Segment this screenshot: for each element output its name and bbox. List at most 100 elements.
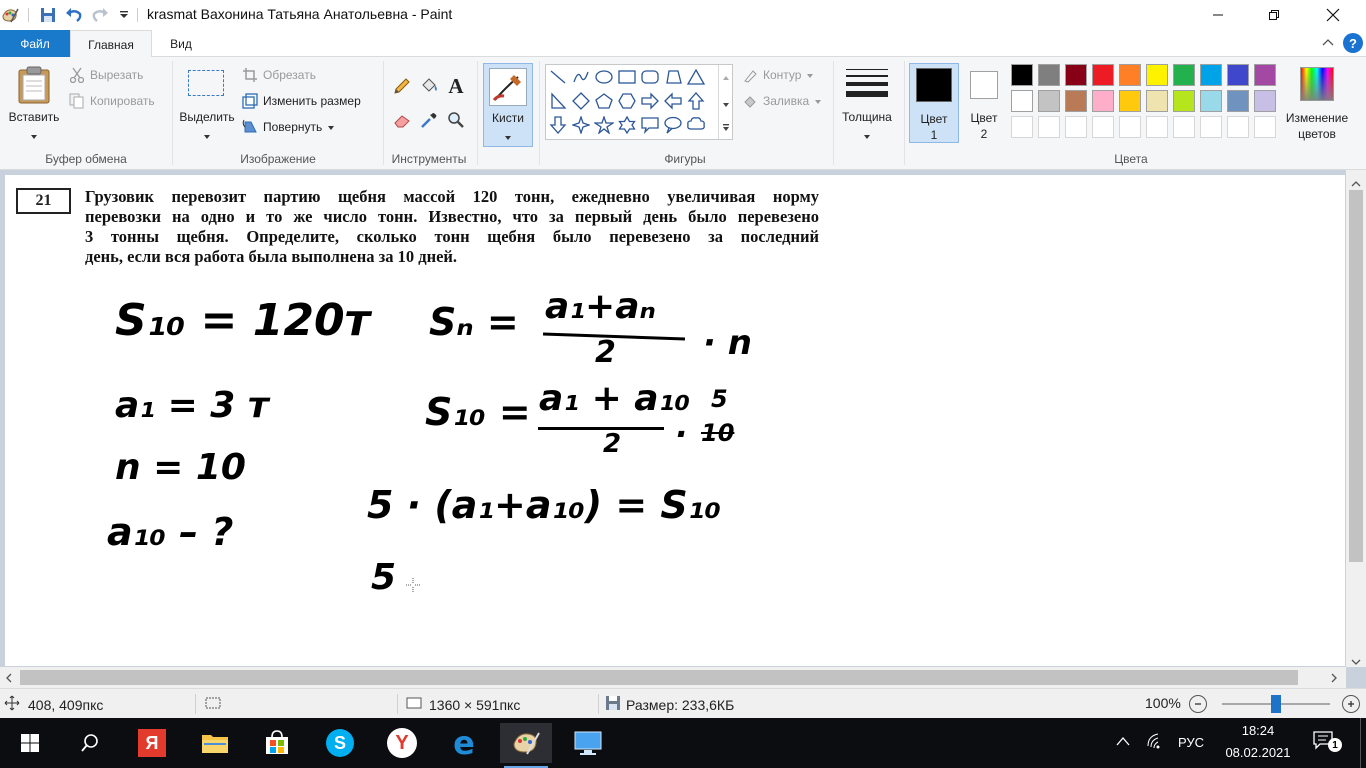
action-center-button[interactable]: 1	[1312, 730, 1342, 756]
custom-color-slot[interactable]	[1038, 116, 1060, 138]
vertical-scroll-thumb[interactable]	[1349, 190, 1363, 562]
clock-time[interactable]: 18:24	[1238, 723, 1278, 738]
paint-taskbar-icon[interactable]	[500, 723, 552, 768]
edit-colors-button[interactable]: Изменение цветов	[1284, 63, 1350, 147]
palette-color-swatch[interactable]	[1011, 64, 1033, 86]
shapes-scrollbar[interactable]	[718, 65, 733, 139]
five-point-star-shape-icon[interactable]	[593, 114, 615, 136]
file-explorer-icon[interactable]	[189, 723, 241, 763]
down-arrow-shape-icon[interactable]	[547, 114, 569, 136]
palette-color-swatch[interactable]	[1146, 64, 1168, 86]
line-shape-icon[interactable]	[547, 66, 569, 88]
crop-button[interactable]: Обрезать	[241, 66, 316, 84]
fill-button[interactable]: Заливка	[741, 92, 822, 110]
language-indicator[interactable]: РУС	[1178, 735, 1204, 750]
rectangular-callout-shape-icon[interactable]	[639, 114, 661, 136]
yandex-browser-icon[interactable]: Я	[126, 723, 178, 763]
custom-color-slot[interactable]	[1173, 116, 1195, 138]
triangle-shape-icon[interactable]	[685, 66, 707, 88]
rounded-rectangle-shape-icon[interactable]	[639, 66, 661, 88]
horizontal-scrollbar[interactable]	[0, 667, 1346, 688]
custom-color-slot[interactable]	[1227, 116, 1249, 138]
zoom-out-button[interactable]	[1189, 695, 1207, 713]
custom-color-slot[interactable]	[1011, 116, 1033, 138]
left-arrow-shape-icon[interactable]	[662, 90, 684, 112]
size-button[interactable]: Толщина	[837, 63, 897, 147]
oval-callout-shape-icon[interactable]	[662, 114, 684, 136]
four-point-star-shape-icon[interactable]	[570, 114, 592, 136]
help-icon[interactable]: ?	[1343, 33, 1363, 53]
palette-color-swatch[interactable]	[1065, 64, 1087, 86]
custom-color-slot[interactable]	[1119, 116, 1141, 138]
fill-bucket-icon[interactable]	[417, 74, 441, 98]
minimize-button[interactable]	[1195, 0, 1241, 30]
network-icon[interactable]	[1146, 732, 1166, 753]
palette-color-swatch[interactable]	[1065, 90, 1087, 112]
remote-desktop-icon[interactable]	[562, 723, 614, 763]
right-arrow-shape-icon[interactable]	[639, 90, 661, 112]
eraser-icon[interactable]	[390, 108, 414, 132]
scroll-left-icon[interactable]	[6, 672, 12, 686]
palette-color-swatch[interactable]	[1038, 90, 1060, 112]
more-shapes-icon[interactable]	[722, 121, 730, 135]
copy-button[interactable]: Копировать	[68, 92, 155, 110]
scroll-up-icon[interactable]	[1351, 176, 1361, 190]
oval-shape-icon[interactable]	[593, 66, 615, 88]
magnifier-icon[interactable]	[444, 108, 468, 132]
collapse-ribbon-icon[interactable]	[1321, 36, 1335, 53]
cloud-callout-shape-icon[interactable]	[685, 114, 707, 136]
tab-view[interactable]: Вид	[152, 30, 210, 57]
scroll-right-icon[interactable]	[1331, 672, 1337, 686]
color2-button[interactable]: Цвет 2	[961, 63, 1007, 143]
polygon-shape-icon[interactable]	[662, 66, 684, 88]
save-icon[interactable]	[38, 5, 58, 25]
vertical-scrollbar[interactable]	[1346, 170, 1366, 667]
palette-color-swatch[interactable]	[1173, 64, 1195, 86]
palette-color-swatch[interactable]	[1173, 90, 1195, 112]
windows-start-icon[interactable]	[4, 723, 56, 763]
resize-button[interactable]: Изменить размер	[241, 92, 361, 110]
palette-color-swatch[interactable]	[1011, 90, 1033, 112]
palette-color-swatch[interactable]	[1254, 90, 1276, 112]
customize-quick-access-icon[interactable]	[114, 5, 134, 25]
palette-color-swatch[interactable]	[1227, 90, 1249, 112]
maximize-button[interactable]	[1251, 0, 1297, 30]
palette-color-swatch[interactable]	[1092, 64, 1114, 86]
text-tool-icon[interactable]: A	[444, 74, 468, 98]
hexagon-shape-icon[interactable]	[616, 90, 638, 112]
palette-color-swatch[interactable]	[1119, 64, 1141, 86]
custom-color-slot[interactable]	[1065, 116, 1087, 138]
six-point-star-shape-icon[interactable]	[616, 114, 638, 136]
paint-app-icon[interactable]	[0, 5, 20, 25]
color1-button[interactable]: Цвет 1	[909, 63, 959, 143]
palette-color-swatch[interactable]	[1227, 64, 1249, 86]
zoom-slider-thumb[interactable]	[1271, 695, 1281, 713]
palette-color-swatch[interactable]	[1254, 64, 1276, 86]
brushes-button[interactable]: Кисти	[483, 63, 533, 147]
horizontal-scroll-thumb[interactable]	[20, 670, 1298, 685]
palette-color-swatch[interactable]	[1092, 90, 1114, 112]
pencil-icon[interactable]	[390, 74, 414, 98]
search-icon[interactable]	[64, 723, 116, 763]
drawing-canvas[interactable]: 21 Грузовик перевозит партию щебня массо…	[5, 175, 1345, 666]
scroll-down-icon[interactable]	[1351, 654, 1361, 668]
up-arrow-shape-icon[interactable]	[685, 90, 707, 112]
rotate-button[interactable]: Повернуть	[241, 118, 335, 136]
clock-date[interactable]: 08.02.2021	[1218, 745, 1298, 760]
undo-icon[interactable]	[64, 5, 84, 25]
custom-color-slot[interactable]	[1200, 116, 1222, 138]
scroll-down-icon[interactable]	[722, 97, 730, 111]
zoom-in-button[interactable]	[1342, 695, 1360, 713]
right-triangle-shape-icon[interactable]	[547, 90, 569, 112]
rectangle-shape-icon[interactable]	[616, 66, 638, 88]
outline-button[interactable]: Контур	[741, 66, 814, 84]
zoom-slider[interactable]	[1222, 695, 1330, 713]
palette-color-swatch[interactable]	[1146, 90, 1168, 112]
custom-color-slot[interactable]	[1254, 116, 1276, 138]
tab-home[interactable]: Главная	[70, 30, 152, 58]
microsoft-store-icon[interactable]	[251, 723, 303, 763]
yandex-icon[interactable]: Y	[376, 723, 428, 763]
scroll-up-icon[interactable]	[722, 70, 730, 84]
palette-color-swatch[interactable]	[1038, 64, 1060, 86]
palette-color-swatch[interactable]	[1119, 90, 1141, 112]
